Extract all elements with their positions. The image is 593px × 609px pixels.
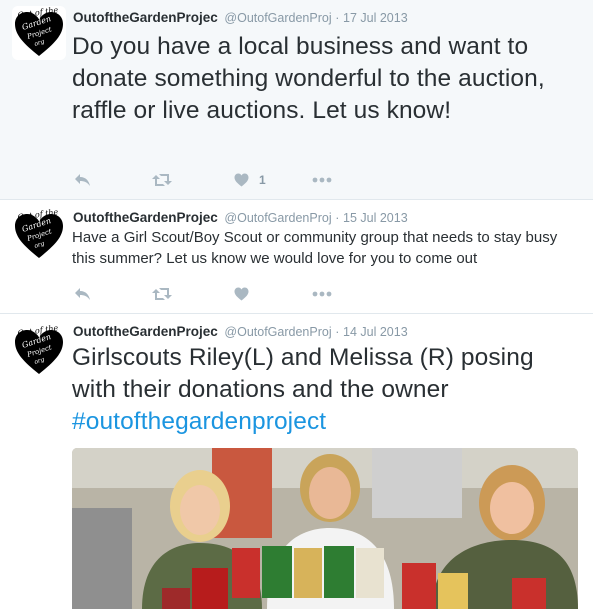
reply-icon — [75, 288, 90, 300]
tweet-text: Girlscouts Riley(L) and Melissa (R) posi… — [72, 342, 577, 438]
separator: · — [335, 325, 340, 339]
like-button[interactable]: 1 — [234, 170, 266, 190]
more-icon — [312, 177, 332, 183]
more-icon — [312, 291, 332, 297]
heart-icon — [234, 287, 249, 301]
more-button[interactable] — [312, 284, 332, 304]
avatar[interactable]: Out of the Garden Project org — [12, 208, 66, 262]
tweet[interactable]: Out of the Garden Project org OutoftheGa… — [0, 200, 593, 314]
retweet-icon — [152, 288, 172, 300]
avatar[interactable]: Out of the Garden Project org — [12, 324, 66, 378]
tweet-photo[interactable] — [72, 448, 578, 609]
more-button[interactable] — [312, 170, 332, 190]
reply-button[interactable] — [74, 170, 91, 190]
like-button[interactable] — [234, 284, 249, 304]
tweet-header: OutoftheGardenProjec @OutofGardenProj · … — [73, 324, 408, 339]
tweet-header: OutoftheGardenProjec @OutofGardenProj · … — [73, 210, 408, 225]
author-handle[interactable]: @OutofGardenProj — [224, 11, 331, 25]
hashtag-link[interactable]: #outofthegardenproject — [72, 408, 326, 435]
tweet-date[interactable]: 14 Jul 2013 — [343, 325, 408, 339]
heart-icon — [234, 173, 249, 187]
author-name[interactable]: OutoftheGardenProjec — [73, 210, 218, 225]
author-name[interactable]: OutoftheGardenProjec — [73, 10, 218, 25]
tweet-header: OutoftheGardenProjec @OutofGardenProj · … — [73, 10, 408, 25]
tweet-text: Do you have a local business and want to… — [72, 33, 545, 124]
author-name[interactable]: OutoftheGardenProjec — [73, 324, 218, 339]
tweet-date[interactable]: 17 Jul 2013 — [343, 11, 408, 25]
heart-logo-icon: Out of the Garden Project org — [15, 208, 63, 258]
tweet-text-body: Girlscouts Riley(L) and Melissa (R) posi… — [72, 344, 534, 403]
like-count: 1 — [259, 173, 266, 187]
retweet-button[interactable] — [152, 284, 172, 304]
reply-button[interactable] — [74, 284, 91, 304]
reply-icon — [75, 174, 90, 186]
heart-logo-icon: Out of the Garden Project org — [15, 6, 63, 56]
separator: · — [335, 11, 340, 25]
retweet-icon — [152, 174, 172, 186]
retweet-button[interactable] — [152, 170, 172, 190]
separator: · — [335, 211, 340, 225]
tweet[interactable]: Out of the Garden Project org OutoftheGa… — [0, 0, 593, 200]
author-handle[interactable]: @OutofGardenProj — [224, 325, 331, 339]
avatar[interactable]: Out of the Garden Project org — [12, 6, 66, 60]
author-handle[interactable]: @OutofGardenProj — [224, 211, 331, 225]
tweet-date[interactable]: 15 Jul 2013 — [343, 211, 408, 225]
tweet-text: Have a Girl Scout/Boy Scout or community… — [72, 229, 558, 267]
heart-logo-icon: Out of the Garden Project org — [15, 324, 63, 374]
donation-photo-image — [72, 448, 578, 609]
